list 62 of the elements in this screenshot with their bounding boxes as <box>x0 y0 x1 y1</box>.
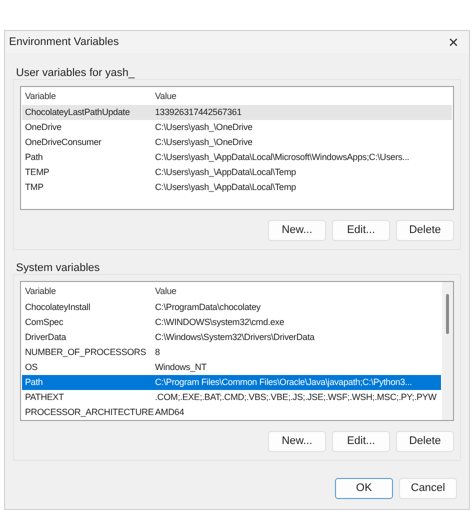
variable-row[interactable]: NUMBER_OF_PROCESSORS 8 <box>22 345 441 360</box>
variable-row[interactable]: OneDriveConsumer C:\Users\yash_\OneDrive <box>22 135 452 150</box>
table-cell-text: Windows_NT <box>155 360 207 374</box>
table-cell-text: .COM;.EXE;.BAT;.CMD;.VBS;.VBE;.JS;.JSE;.WSF;.WSH;.MSC;.PY;.PYW <box>155 390 436 404</box>
table-cell-text: DriverData <box>24 330 68 344</box>
table-cell-text: PROCESSOR_ARCHITECTURE <box>24 406 155 419</box>
dialog-button[interactable]: New... <box>268 431 326 452</box>
column-header[interactable]: Variable <box>21 90 155 104</box>
table-cell-text: 8 <box>155 346 160 359</box>
table-cell-text: OneDriveConsumer <box>24 136 102 149</box>
table-cell-text: TMP <box>24 180 44 194</box>
table-cell-text: C:\ProgramData\chocolatey <box>155 300 261 314</box>
table-cell-text: C:\Users\yash_\OneDrive <box>155 120 252 134</box>
table-cell-text: ComSpec <box>24 316 64 329</box>
variable-row[interactable]: DriverData C:\Windows\System32\Drivers\DriverData <box>22 330 441 345</box>
scroll-thumb[interactable] <box>446 294 449 334</box>
table-cell-text: TEMP <box>24 166 50 179</box>
table-cell-text: C:\Program Files\Common Files\Oracle\Java\javapath;C:\Python3... <box>155 376 412 389</box>
dialog-button[interactable]: New... <box>268 220 326 241</box>
variable-row[interactable]: ChocolateyLastPathUpdate 133926317442567361 <box>22 105 452 120</box>
variable-row[interactable]: OS Windows_NT <box>22 360 441 375</box>
dialog-button[interactable]: Edit... <box>332 431 390 452</box>
table-cell-text: 133926317442567361 <box>155 106 242 119</box>
column-header[interactable]: Variable <box>21 284 155 298</box>
variable-row[interactable]: TEMP C:\Users\yash_\AppData\Local\Temp <box>22 165 452 180</box>
variable-row[interactable]: ComSpec C:\WINDOWS\system32\cmd.exe <box>22 315 441 330</box>
variable-row[interactable]: ChocolateyInstall C:\ProgramData\chocolatey <box>22 300 441 315</box>
variable-row[interactable]: Path C:\Program Files\Common Files\Oracle\Java\javapath;C:\Python3... <box>22 375 441 390</box>
table-cell-text: C:\Windows\System32\Drivers\DriverData <box>155 330 314 344</box>
dialog-button[interactable]: OK <box>335 478 393 499</box>
variable-row[interactable]: OneDrive C:\Users\yash_\OneDrive <box>22 120 452 135</box>
table-cell-text: OneDrive <box>24 120 62 134</box>
close-button[interactable]: ✕ <box>448 36 459 48</box>
table-cell-text: PATHEXT <box>24 390 65 404</box>
dialog-button[interactable]: Delete <box>396 431 454 452</box>
variable-row[interactable]: Path C:\Users\yash_\AppData\Local\Microsoft\WindowsApps;C:\Users... <box>22 150 452 165</box>
table-cell-text: Path <box>24 376 44 389</box>
table-cell-text: C:\Users\yash_\OneDrive <box>155 136 252 149</box>
variables-list[interactable] <box>20 281 454 421</box>
dialog-button[interactable]: Cancel <box>399 478 457 499</box>
group-label: System variables <box>15 261 101 274</box>
variables-list[interactable] <box>20 86 454 210</box>
column-header[interactable]: Value <box>155 90 453 104</box>
column-header[interactable]: Value <box>155 284 442 298</box>
group-label: User variables for yash_ <box>15 66 136 79</box>
variable-row[interactable]: TMP C:\Users\yash_\AppData\Local\Temp <box>22 180 452 195</box>
dialog-button[interactable]: Edit... <box>332 220 390 241</box>
window-title: Environment Variables <box>9 34 119 50</box>
table-cell-text: Path <box>24 150 44 164</box>
variable-row[interactable]: PATHEXT .COM;.EXE;.BAT;.CMD;.VBS;.VBE;.JS;.JSE;.WSF;.WSH;.MSC;.PY;.PYW <box>22 390 441 405</box>
table-cell-text: NUMBER_OF_PROCESSORS <box>24 346 148 359</box>
table-cell-text: OS <box>24 360 39 374</box>
table-cell-text: AMD64 <box>155 406 184 419</box>
table-cell-text: C:\WINDOWS\system32\cmd.exe <box>155 316 284 329</box>
table-cell-text: C:\Users\yash_\AppData\Local\Temp <box>155 180 296 194</box>
scrollbar[interactable] <box>442 282 453 420</box>
table-cell-text: ChocolateyInstall <box>24 300 92 314</box>
variable-row[interactable]: PROCESSOR_ARCHITECTUREAMD64 <box>22 405 441 420</box>
table-cell-text: C:\Users\yash_\AppData\Local\Microsoft\WindowsApps;C:\Users... <box>155 150 410 164</box>
table-cell-text: C:\Users\yash_\AppData\Local\Temp <box>155 166 296 179</box>
dialog-button[interactable]: Delete <box>396 220 454 241</box>
table-cell-text: ChocolateyLastPathUpdate <box>24 106 131 119</box>
